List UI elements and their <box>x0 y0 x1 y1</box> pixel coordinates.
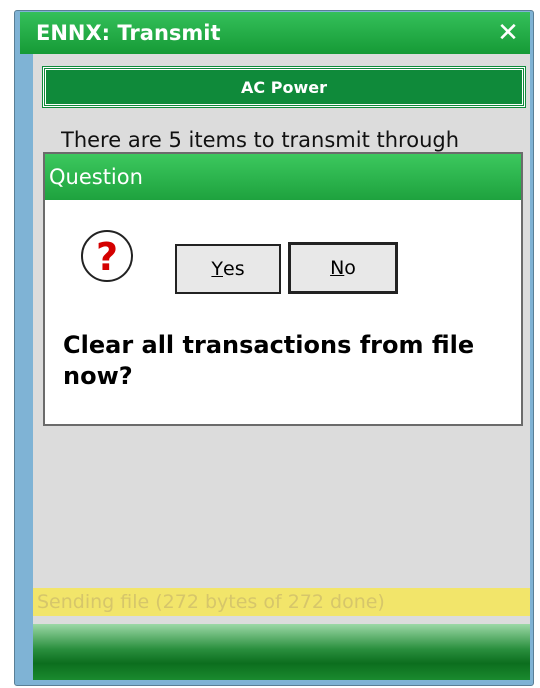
yes-mnemonic: Y <box>211 258 223 280</box>
dialog-message: Clear all transactions from file now? <box>63 331 475 390</box>
yes-label-rest: es <box>223 258 245 280</box>
no-button[interactable]: No <box>288 242 398 294</box>
no-label-rest: o <box>344 257 356 279</box>
power-status-banner: AC Power <box>42 66 526 108</box>
yes-button[interactable]: Yes <box>175 244 281 294</box>
question-dialog: Question ? Yes No Clear all transactions… <box>43 152 523 426</box>
no-mnemonic: N <box>330 257 345 279</box>
close-icon[interactable]: ✕ <box>486 18 530 48</box>
bottom-menu-bar[interactable] <box>33 624 530 680</box>
question-icon: ? <box>81 230 133 282</box>
title-bar: ENNX: Transmit ✕ <box>20 12 530 54</box>
status-bar: Sending file (272 bytes of 272 done) <box>33 588 530 616</box>
items-info-text: There are 5 items to transmit through <box>61 128 460 152</box>
client-area: AC Power There are 5 items to transmit t… <box>33 54 530 680</box>
dialog-title: Question <box>45 154 521 200</box>
window-title: ENNX: Transmit <box>36 21 221 45</box>
svg-text:?: ? <box>96 235 118 279</box>
